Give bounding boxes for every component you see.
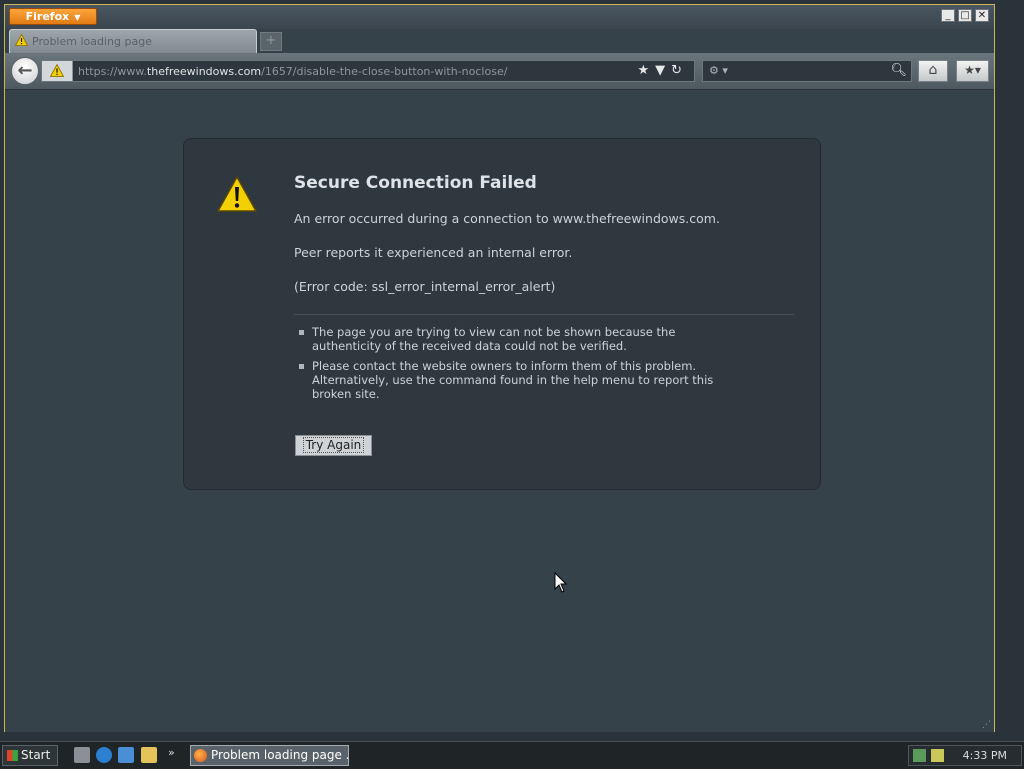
minimize-button[interactable]: _ — [941, 9, 955, 22]
error-panel: Secure Connection Failed An error occurr… — [183, 138, 821, 490]
divider — [294, 314, 794, 315]
tray-app-icon[interactable] — [931, 749, 944, 762]
warning-icon — [15, 34, 28, 46]
error-detail: Peer reports it experienced an internal … — [294, 245, 573, 260]
error-message: An error occurred during a connection to… — [294, 211, 720, 226]
chevron-down-icon: ▼ — [74, 13, 81, 22]
url-host: thefreewindows.com — [146, 65, 262, 78]
back-arrow-icon: ← — [17, 60, 33, 81]
error-advice-list: The page you are trying to view can not … — [296, 325, 746, 407]
start-button[interactable]: Start — [2, 745, 58, 766]
system-tray: 4:33 PM — [908, 745, 1022, 766]
taskbar-firefox-button[interactable]: Problem loading page ... — [190, 745, 349, 766]
back-button[interactable]: ← — [11, 57, 39, 85]
new-tab-button[interactable]: + — [260, 32, 282, 51]
list-item: Please contact the website owners to inf… — [296, 359, 746, 401]
search-engine-icon[interactable]: ⚙ ▾ — [709, 64, 728, 77]
firefox-menu-label: Firefox — [25, 10, 70, 23]
history-dropdown-icon[interactable]: ▼ — [655, 63, 671, 78]
search-icon[interactable]: 🔍︎ — [890, 63, 907, 78]
network-icon[interactable] — [913, 749, 926, 762]
try-again-label: Try Again — [302, 437, 365, 453]
taskbar-task-label: Problem loading page ... — [211, 748, 349, 762]
home-icon: ⌂ — [928, 62, 938, 78]
error-title: Secure Connection Failed — [294, 173, 537, 193]
search-bar[interactable]: ⚙ ▾ 🔍︎ — [702, 60, 912, 82]
close-button[interactable]: ✕ — [975, 9, 989, 22]
windows-logo-icon — [7, 750, 18, 761]
navigation-toolbar: ← https://www.thefreewindows.com/1657/di… — [5, 53, 994, 90]
page-content: Secure Connection Failed An error occurr… — [5, 90, 994, 732]
firefox-menu-button[interactable]: Firefox ▼ — [9, 8, 97, 25]
list-item: The page you are trying to view can not … — [296, 325, 746, 353]
tab-title: Problem loading page — [32, 35, 152, 48]
warning-icon — [217, 176, 257, 212]
reload-icon[interactable]: ↻ — [671, 63, 688, 78]
browser-window: Firefox ▼ _ □ ✕ Problem loading page + ← … — [4, 4, 995, 732]
url-actions: ★▼↻ — [637, 63, 688, 78]
url-bar[interactable]: https://www.thefreewindows.com/1657/disa… — [41, 60, 695, 82]
mouse-cursor-icon — [554, 572, 568, 593]
home-button[interactable]: ⌂ — [918, 60, 948, 82]
site-identity-button[interactable] — [42, 61, 73, 81]
resize-grip-icon[interactable]: ⋰ — [982, 720, 992, 730]
firefox-icon — [194, 749, 207, 762]
search-folder-icon[interactable] — [141, 747, 157, 763]
start-label: Start — [21, 748, 51, 762]
taskbar: Start » Problem loading page ... 4:33 PM — [0, 741, 1024, 769]
maximize-button[interactable]: □ — [958, 9, 972, 22]
url-text[interactable]: https://www.thefreewindows.com/1657/disa… — [78, 65, 507, 78]
bookmark-star-icon[interactable]: ★ — [637, 63, 655, 78]
tab-problem-loading[interactable]: Problem loading page — [9, 29, 257, 53]
bookmarks-button[interactable]: ★▾ — [956, 60, 989, 82]
more-quicklaunch-icon[interactable]: » — [168, 746, 175, 759]
try-again-button[interactable]: Try Again — [295, 435, 372, 456]
warning-icon — [50, 64, 64, 77]
error-code: (Error code: ssl_error_internal_error_al… — [294, 279, 556, 294]
url-prefix: https://www. — [78, 65, 147, 78]
title-bar: Firefox ▼ _ □ ✕ — [5, 5, 994, 29]
clock[interactable]: 4:33 PM — [963, 749, 1007, 762]
bookmarks-icon: ★▾ — [964, 63, 981, 77]
mail-icon[interactable] — [118, 747, 134, 763]
plus-icon: + — [265, 33, 277, 48]
desktop-icon[interactable] — [74, 747, 90, 763]
url-path: /1657/disable-the-close-button-with-nocl… — [261, 65, 508, 78]
internet-explorer-icon[interactable] — [96, 747, 112, 763]
